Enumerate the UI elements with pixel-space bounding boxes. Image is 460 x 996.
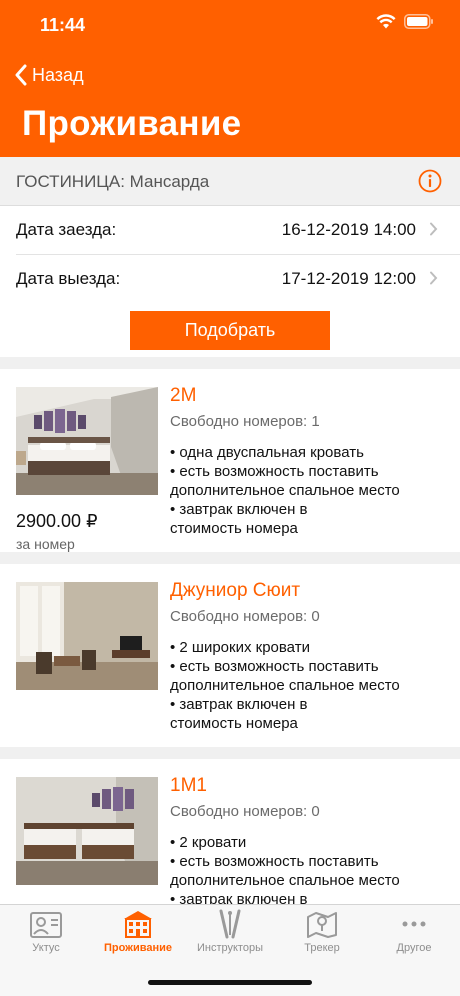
room-card[interactable]: 2М Свободно номеров: 1 • одна двуспальна… [0,369,460,552]
chevron-left-icon [15,64,27,86]
tab-uktus[interactable]: Уктус [0,905,92,965]
room-availability: Свободно номеров: 0 [170,803,320,820]
room-card[interactable]: 1М1 Свободно номеров: 0 • 2 кровати • ес… [0,759,460,904]
ski-icon [219,909,241,939]
room-photo [16,387,158,495]
pick-button[interactable]: Подобрать [130,311,330,350]
hotel-row: ГОСТИНИЦА: Мансарда [0,157,460,206]
room-availability: Свободно номеров: 1 [170,413,320,430]
section-divider [0,357,460,369]
room-availability: Свободно номеров: 0 [170,608,320,625]
info-icon[interactable] [418,169,442,193]
status-icons [376,14,434,29]
map-icon [307,912,337,938]
id-card-icon [30,912,62,938]
room-features: • 2 широких кровати • есть возможность п… [170,638,450,733]
checkin-date-row[interactable]: Дата заезда: 16-12-2019 14:00 [0,206,460,254]
more-icon [402,921,426,927]
section-divider [0,552,460,564]
status-time: 11:44 [40,15,86,35]
room-features: • одна двуспальная кровать • есть возмож… [170,443,450,538]
room-feature: • завтрак включен в [170,891,308,904]
room-photo [16,777,158,885]
tab-label: Инструкторы [196,942,263,954]
back-button[interactable]: Назад [14,62,84,88]
chevron-right-icon [430,271,438,285]
checkout-label: Дата выезда: [16,269,121,288]
room-name: 1М1 [170,775,207,796]
tab-label: Другое [396,942,432,954]
checkin-label: Дата заезда: [16,220,117,239]
status-bar: 11:44 [0,0,460,50]
wifi-icon [376,14,396,29]
tab-tracker[interactable]: Трекер [276,905,368,965]
tab-label: Уктус [32,942,60,954]
navigation-header: 11:44 Назад Проживание [0,0,460,157]
room-photo [16,582,158,690]
room-name: 2М [170,385,197,406]
room-features: • 2 кровати • есть возможность поставить… [170,833,450,904]
room-name: Джуниор Сюит [170,580,301,601]
hotel-icon [124,911,152,938]
section-divider [0,747,460,759]
room-feature: • завтрак включен в [170,696,308,713]
page-title: Проживание [22,104,242,143]
chevron-right-icon [430,222,438,236]
hotel-label: ГОСТИНИЦА: Мансарда [16,172,210,191]
room-feature: • 2 кровати [170,834,247,851]
tab-more[interactable]: Другое [368,905,460,965]
room-feature: • есть возможность поставить [170,658,379,675]
room-feature: • одна двуспальная кровать [170,444,364,461]
tab-accommodation[interactable]: Проживание [92,905,184,965]
checkout-date-row[interactable]: Дата выезда: 17-12-2019 12:00 [0,255,460,303]
tab-label: Проживание [103,942,173,954]
room-feature: дополнительное спальное место [170,482,400,499]
room-price: 2900.00 ₽ [16,511,98,531]
tab-instructors[interactable]: Инструкторы [184,905,276,965]
room-feature: дополнительное спальное место [170,872,400,889]
room-feature: • есть возможность поставить [170,853,379,870]
room-feature: дополнительное спальное место [170,677,400,694]
room-feature: • 2 широких кровати [170,639,310,656]
room-feature: стоимость номера [170,520,298,537]
checkin-value: 16-12-2019 14:00 [281,220,416,239]
room-card[interactable]: Джуниор Сюит Свободно номеров: 0 • 2 шир… [0,564,460,747]
back-label: Назад [32,64,84,85]
room-feature: • есть возможность поставить [170,463,379,480]
room-feature: • завтрак включен в [170,501,308,518]
room-price-unit: за номер [16,536,75,552]
checkout-value: 17-12-2019 12:00 [281,269,416,288]
tab-label: Трекер [304,942,340,954]
battery-icon [404,14,433,29]
room-feature: стоимость номера [170,715,298,732]
home-indicator [148,980,312,985]
